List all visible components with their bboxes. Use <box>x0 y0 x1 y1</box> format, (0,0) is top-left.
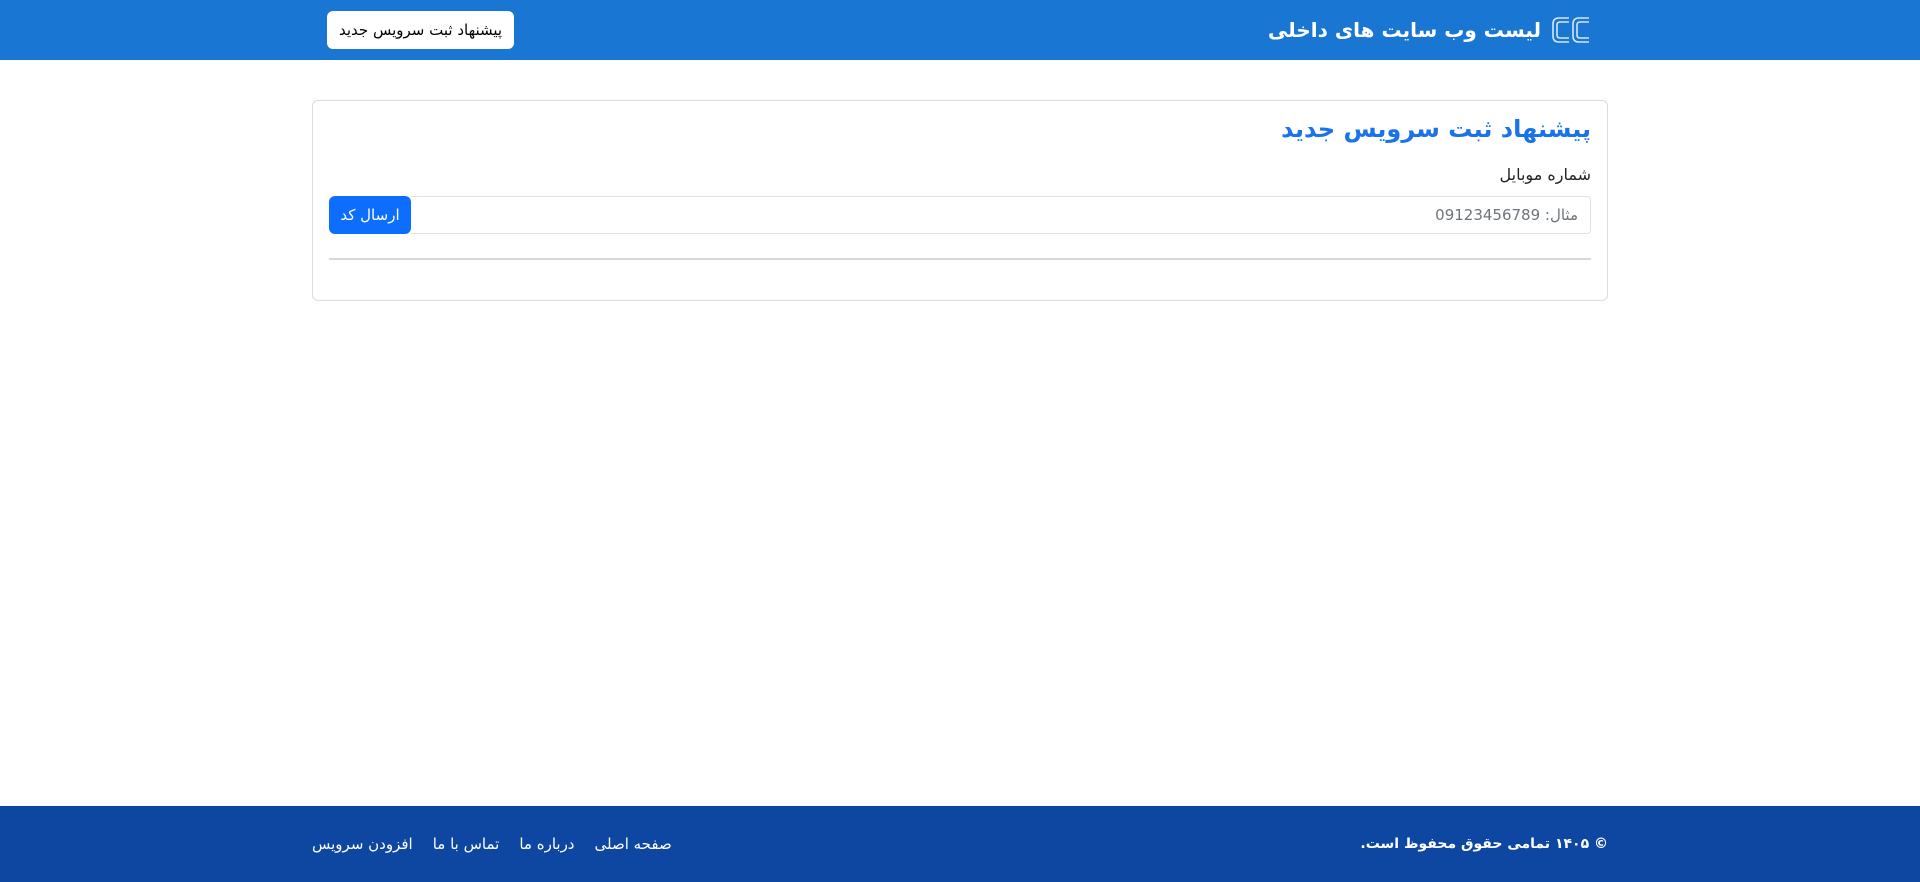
divider <box>329 258 1591 260</box>
copyright-text: © ۱۴۰۵ تمامی حقوق محفوظ است. <box>1360 836 1608 852</box>
mobile-input-group: ارسال کد <box>329 196 1591 234</box>
main-content: پیشنهاد ثبت سرویس جدید شماره موبایل ارسا… <box>0 60 1920 806</box>
navbar: لیست وب سایت های داخلی پیشنهاد ثبت سرویس… <box>0 0 1920 60</box>
suggest-service-card: پیشنهاد ثبت سرویس جدید شماره موبایل ارسا… <box>312 100 1608 301</box>
footer-link-about[interactable]: درباره ما <box>519 835 574 853</box>
footer: © ۱۴۰۵ تمامی حقوق محفوظ است. صفحه اصلی د… <box>0 806 1920 882</box>
mobile-label: شماره موبایل <box>1499 165 1591 184</box>
main-container: پیشنهاد ثبت سرویس جدید شماره موبایل ارسا… <box>312 100 1608 301</box>
cc-logo-icon <box>1549 12 1593 48</box>
mobile-input[interactable] <box>411 196 1591 234</box>
card-title: پیشنهاد ثبت سرویس جدید <box>1281 115 1591 143</box>
footer-links: صفحه اصلی درباره ما تماس با ما افزودن سر… <box>312 835 672 853</box>
page: لیست وب سایت های داخلی پیشنهاد ثبت سرویس… <box>0 0 1920 882</box>
navbar-container: لیست وب سایت های داخلی پیشنهاد ثبت سرویس… <box>312 0 1608 60</box>
footer-link-contact[interactable]: تماس با ما <box>433 835 500 853</box>
footer-link-add-service[interactable]: افزودن سرویس <box>312 835 413 853</box>
send-code-button[interactable]: ارسال کد <box>329 196 411 234</box>
brand-title: لیست وب سایت های داخلی <box>1267 18 1541 42</box>
suggest-service-button[interactable]: پیشنهاد ثبت سرویس جدید <box>327 11 515 49</box>
footer-link-home[interactable]: صفحه اصلی <box>595 835 672 853</box>
brand-link[interactable]: لیست وب سایت های داخلی <box>1268 12 1593 48</box>
footer-container: © ۱۴۰۵ تمامی حقوق محفوظ است. صفحه اصلی د… <box>312 806 1608 882</box>
